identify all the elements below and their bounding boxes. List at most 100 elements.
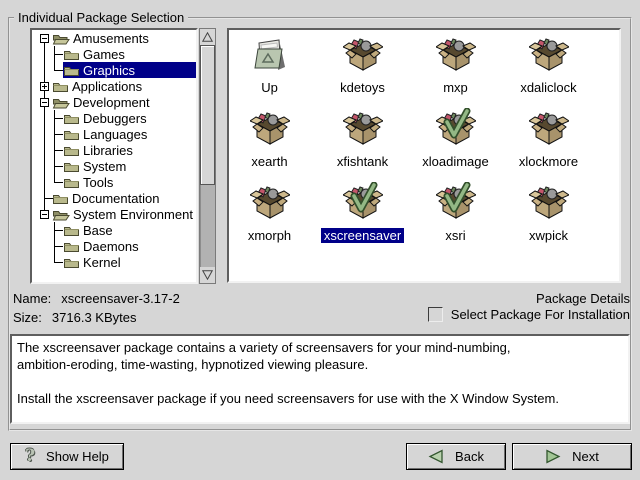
package-label[interactable]: xsri — [442, 228, 468, 243]
category-tree: AmusementsGamesGraphicsApplicationsDevel… — [32, 30, 196, 282]
description-line: Install the xscreensaver package if you … — [17, 390, 623, 407]
expand-box-icon[interactable] — [40, 82, 49, 91]
package-box-icon[interactable] — [343, 184, 383, 226]
description-line: ambition-eroding, time-wasting, hypnotiz… — [17, 356, 623, 373]
tree-connector-line — [54, 222, 55, 262]
package-box-icon[interactable] — [436, 184, 476, 226]
tree-connector-line — [44, 43, 45, 214]
closed-folder-icon — [63, 256, 80, 269]
back-button[interactable]: Back — [406, 443, 506, 470]
tree-scrollbar[interactable] — [199, 28, 216, 284]
tree-item-daemons[interactable]: Daemons — [32, 238, 196, 254]
package-label[interactable]: xscreensaver — [321, 228, 404, 243]
tree-item-development[interactable]: Development — [32, 94, 196, 110]
package-item-xfishtank[interactable]: xfishtank — [316, 110, 409, 184]
next-label: Next — [572, 449, 599, 464]
open-folder-icon — [52, 208, 70, 221]
package-box-icon[interactable] — [343, 36, 383, 78]
package-icon-panel: Up kdetoys mxp xdaliclock xearth xfishtank xlo… — [227, 28, 621, 283]
package-box-icon[interactable] — [250, 184, 290, 226]
tree-item-label: Tools — [83, 175, 113, 190]
closed-folder-icon — [63, 128, 80, 141]
package-label[interactable]: xlockmore — [516, 154, 581, 169]
package-box-icon[interactable] — [250, 110, 290, 152]
package-box-icon[interactable] — [529, 110, 569, 152]
right-arrow-icon — [545, 449, 561, 464]
package-label[interactable]: xfishtank — [334, 154, 391, 169]
tree-item-debuggers[interactable]: Debuggers — [32, 110, 196, 126]
scroll-down-icon[interactable] — [200, 267, 215, 283]
tree-item-label: Applications — [72, 79, 142, 94]
tree-item-label: Amusements — [73, 31, 149, 46]
install-checkbox[interactable] — [428, 307, 443, 322]
tree-item-base[interactable]: Base — [32, 222, 196, 238]
closed-folder-icon — [63, 64, 80, 77]
package-label[interactable]: xwpick — [526, 228, 571, 243]
package-label[interactable]: xmorph — [245, 228, 294, 243]
tree-connector-line — [54, 110, 55, 182]
next-button[interactable]: Next — [512, 443, 632, 470]
up-navigation-item[interactable]: Up — [223, 36, 316, 110]
package-label[interactable]: Up — [258, 80, 281, 95]
check-mark-icon — [439, 182, 473, 221]
back-label: Back — [455, 449, 484, 464]
left-arrow-icon — [428, 449, 444, 464]
tree-item-applications[interactable]: Applications — [32, 78, 196, 94]
tree-item-system-environment[interactable]: System Environment — [32, 206, 196, 222]
package-item-xearth[interactable]: xearth — [223, 110, 316, 184]
closed-folder-icon — [63, 176, 80, 189]
tree-item-amusements[interactable]: Amusements — [32, 30, 196, 46]
package-item-xwpick[interactable]: xwpick — [502, 184, 595, 258]
collapse-box-icon[interactable] — [40, 34, 49, 43]
package-label[interactable]: kdetoys — [337, 80, 388, 95]
tree-item-label: Base — [83, 223, 113, 238]
closed-folder-icon — [63, 160, 80, 173]
show-help-button[interactable]: Show Help — [10, 443, 124, 470]
package-item-xmorph[interactable]: xmorph — [223, 184, 316, 258]
tree-item-languages[interactable]: Languages — [32, 126, 196, 142]
up-folder-icon[interactable] — [250, 36, 290, 78]
package-description-box: The xscreensaver package contains a vari… — [10, 334, 630, 424]
scrollbar-thumb[interactable] — [200, 45, 215, 185]
tree-item-graphics[interactable]: Graphics — [32, 62, 196, 78]
frame-title: Individual Package Selection — [14, 10, 188, 25]
scroll-up-icon[interactable] — [200, 29, 215, 45]
tree-item-label: Games — [83, 47, 125, 62]
package-box-icon[interactable] — [529, 36, 569, 78]
tree-item-label: System — [83, 159, 126, 174]
description-line — [17, 373, 623, 390]
package-description: The xscreensaver package contains a vari… — [17, 339, 623, 407]
tree-item-label: Documentation — [72, 191, 159, 206]
package-box-icon[interactable] — [436, 36, 476, 78]
size-label: Size: — [13, 310, 42, 325]
package-label[interactable]: mxp — [440, 80, 471, 95]
size-value: 3716.3 KBytes — [52, 310, 137, 325]
tree-item-tools[interactable]: Tools — [32, 174, 196, 190]
tree-item-kernel[interactable]: Kernel — [32, 254, 196, 270]
tree-item-system[interactable]: System — [32, 158, 196, 174]
package-item-xdaliclock[interactable]: xdaliclock — [502, 36, 595, 110]
package-box-icon[interactable] — [436, 110, 476, 152]
tree-item-label: System Environment — [73, 207, 193, 222]
package-item-xloadimage[interactable]: xloadimage — [409, 110, 502, 184]
package-item-kdetoys[interactable]: kdetoys — [316, 36, 409, 110]
package-box-icon[interactable] — [529, 184, 569, 226]
package-item-xscreensaver[interactable]: xscreensaver — [316, 184, 409, 258]
package-item-xlockmore[interactable]: xlockmore — [502, 110, 595, 184]
closed-folder-icon — [52, 80, 69, 93]
package-name-row: Name:xscreensaver-3.17-2 — [13, 291, 180, 306]
collapse-box-icon[interactable] — [40, 210, 49, 219]
package-item-xsri[interactable]: xsri — [409, 184, 502, 258]
collapse-box-icon[interactable] — [40, 98, 49, 107]
package-label[interactable]: xloadimage — [419, 154, 492, 169]
open-folder-icon — [52, 32, 70, 45]
package-item-mxp[interactable]: mxp — [409, 36, 502, 110]
tree-item-label: Libraries — [83, 143, 133, 158]
package-box-icon[interactable] — [343, 110, 383, 152]
package-label[interactable]: xdaliclock — [517, 80, 579, 95]
package-label[interactable]: xearth — [248, 154, 290, 169]
tree-item-label: Languages — [83, 127, 147, 142]
tree-item-libraries[interactable]: Libraries — [32, 142, 196, 158]
tree-item-documentation[interactable]: Documentation — [32, 190, 196, 206]
tree-item-games[interactable]: Games — [32, 46, 196, 62]
